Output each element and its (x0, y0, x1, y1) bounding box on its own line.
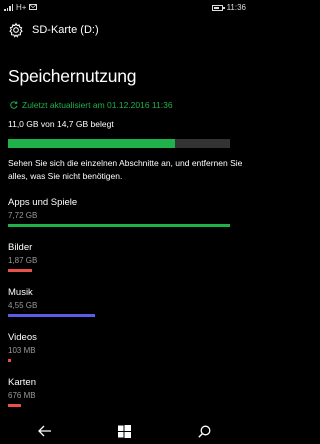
navigation-bar (0, 418, 250, 444)
refresh-link[interactable]: Zuletzt aktualisiert am 01.12.2016 11:36 (10, 100, 173, 110)
category-size: 103 MB (8, 346, 36, 355)
category-name: Apps und Spiele (8, 197, 78, 208)
category-size: 7,72 GB (8, 211, 38, 220)
category-bar (8, 224, 230, 227)
search-icon[interactable] (198, 425, 211, 438)
total-usage-bar (8, 139, 230, 148)
header: SD-Karte (D:) (8, 22, 99, 38)
category-bar-track (8, 224, 230, 227)
category-bar-track (8, 314, 230, 317)
category-name: Musik (8, 287, 33, 298)
signal-icon (4, 4, 13, 11)
back-arrow-icon[interactable] (38, 425, 52, 437)
category-bar-track (8, 269, 230, 272)
category-music[interactable]: Musik 4,55 GB (8, 287, 230, 317)
status-left: H+ (4, 3, 38, 12)
category-pictures[interactable]: Bilder 1,87 GB (8, 242, 230, 272)
category-size: 4,55 GB (8, 301, 38, 310)
category-bar (8, 359, 11, 362)
category-name: Bilder (8, 242, 33, 253)
description: Sehen Sie sich die einzelnen Abschnitte … (8, 158, 243, 181)
category-name: Videos (8, 332, 37, 343)
gear-icon (9, 22, 23, 38)
usage-summary: 11,0 GB von 14,7 GB belegt (8, 119, 114, 129)
network-type: H+ (16, 3, 27, 12)
status-bar: H+ 11:36 (0, 0, 250, 16)
status-right: 11:36 (211, 3, 246, 12)
clock: 11:36 (226, 3, 246, 12)
category-bar-track (8, 404, 230, 407)
page-title: Speichernutzung (8, 66, 137, 86)
category-maps[interactable]: Karten 676 MB (8, 377, 230, 407)
header-title: SD-Karte (D:) (32, 24, 99, 36)
category-videos[interactable]: Videos 103 MB (8, 332, 230, 362)
notification-icon (29, 4, 38, 10)
category-bar-track (8, 359, 230, 362)
battery-icon (211, 4, 225, 11)
refresh-icon (10, 101, 18, 109)
windows-icon[interactable] (118, 425, 131, 438)
category-bar (8, 269, 33, 272)
category-size: 676 MB (8, 391, 36, 400)
refresh-text: Zuletzt aktualisiert am 01.12.2016 11:36 (22, 100, 173, 110)
category-bar (8, 404, 22, 407)
category-name: Karten (8, 377, 36, 388)
category-apps-games[interactable]: Apps und Spiele 7,72 GB (8, 197, 230, 227)
category-size: 1,87 GB (8, 256, 38, 265)
category-bar (8, 314, 95, 317)
total-usage-bar-fill (8, 139, 175, 148)
